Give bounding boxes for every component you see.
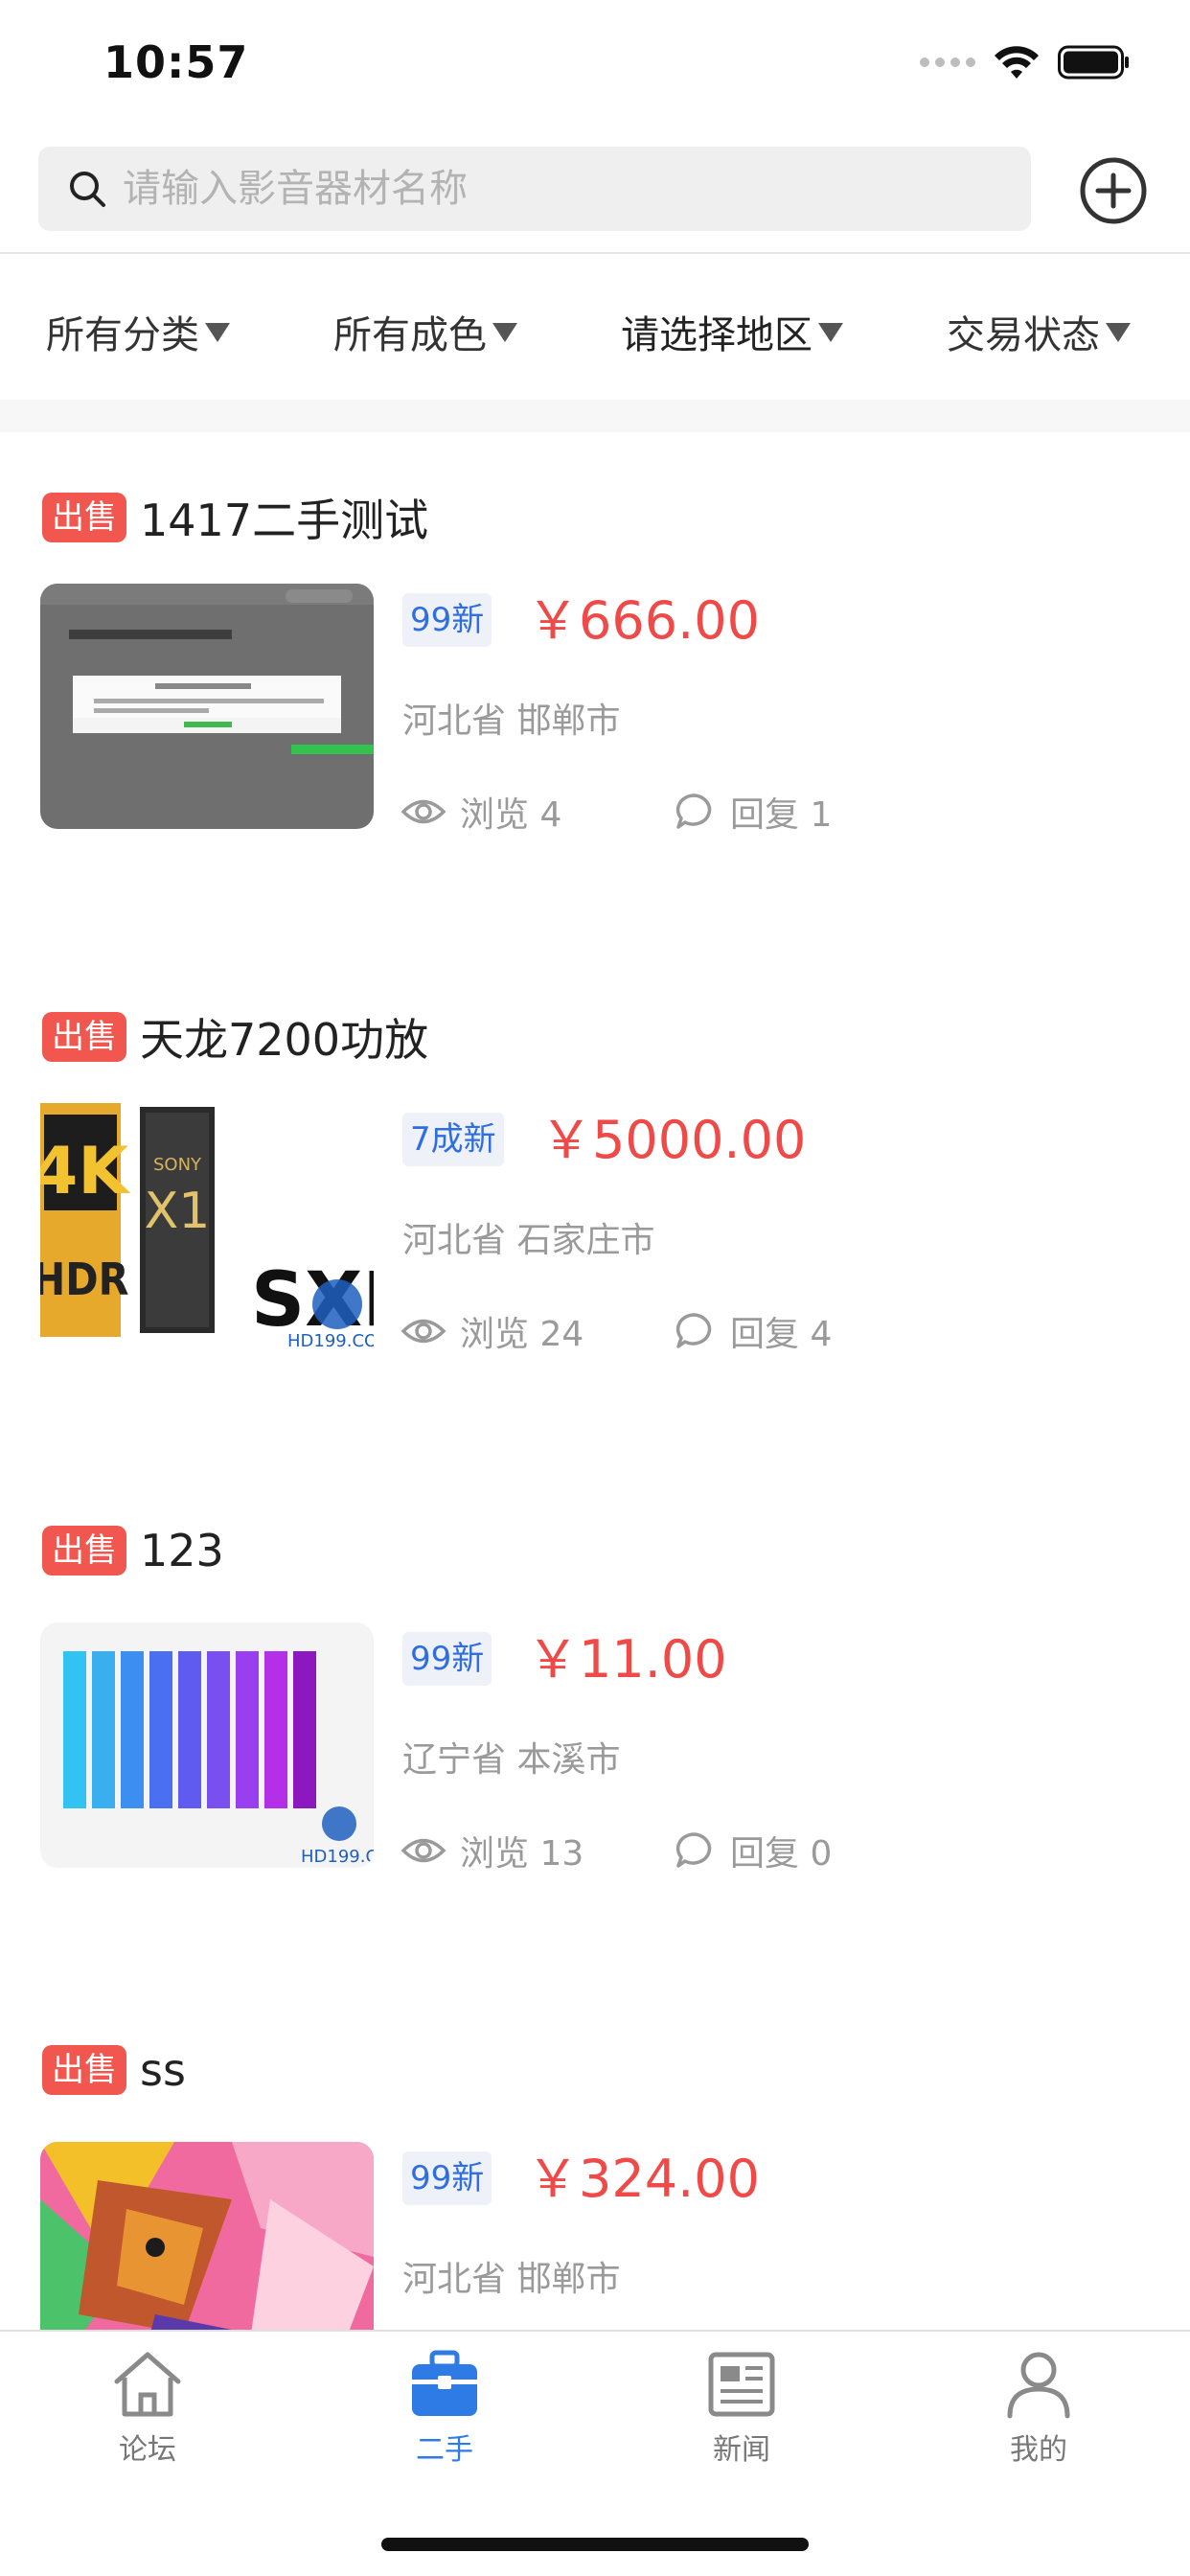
listing-thumbnail[interactable] xyxy=(40,584,374,829)
app-screen: 10:57 请输入影音器材名称 所有分类 所有成色 请选择地区 交易状态 出售 … xyxy=(0,0,1190,2576)
svg-text:HDR: HDR xyxy=(40,1254,129,1305)
filter-region[interactable]: 请选择地区 xyxy=(621,304,843,359)
listing-item[interactable]: 出售 天龙7200功放 4K HDR SONY X1 SXRD HD199.CO… xyxy=(0,952,1190,1471)
listing-location: 河北省 邯郸市 xyxy=(402,2260,621,2299)
svg-text:SONY: SONY xyxy=(153,1155,202,1175)
comment-icon xyxy=(671,1308,717,1354)
caret-down-icon xyxy=(205,323,230,342)
tab-news-label: 新闻 xyxy=(713,2433,770,2467)
svg-text:HD199.COM: HD199.COM xyxy=(301,1847,374,1867)
status-indicators xyxy=(920,44,1131,80)
listing-thumbnail[interactable] xyxy=(40,2142,374,2330)
tab-news[interactable]: 新闻 xyxy=(665,2345,818,2468)
listing-item[interactable]: 出售 123 HD199.COM xyxy=(0,1471,1190,1990)
cellular-signal-icon xyxy=(920,58,975,67)
listing-location: 河北省 石家庄市 xyxy=(402,1221,655,1260)
replies-label: 回复 0 xyxy=(730,1834,833,1874)
eye-icon xyxy=(400,1308,446,1354)
filter-status[interactable]: 交易状态 xyxy=(947,304,1131,359)
listing-list[interactable]: 出售 1417二手测试 99新 ￥666.00 河北省 邯郸市 浏览 4 回复 … xyxy=(0,432,1190,2330)
views-count: 浏览 13 xyxy=(400,1826,584,1875)
listing-item[interactable]: 出售 ss 99新 ￥324.00 河北省 邯郸市 xyxy=(0,1990,1190,2330)
add-listing-button[interactable] xyxy=(1079,156,1148,225)
condition-badge: 99新 xyxy=(402,593,492,647)
search-input[interactable] xyxy=(123,167,985,211)
wifi-icon xyxy=(995,46,1039,79)
listing-title: 123 xyxy=(140,1525,224,1576)
newspaper-icon xyxy=(703,2345,780,2422)
replies-label: 回复 4 xyxy=(730,1315,833,1354)
eye-icon xyxy=(400,1828,446,1874)
condition-badge: 99新 xyxy=(402,1632,492,1686)
condition-badge: 7成新 xyxy=(402,1113,504,1166)
svg-text:X1: X1 xyxy=(145,1183,211,1240)
listing-item[interactable]: 出售 1417二手测试 99新 ￥666.00 河北省 邯郸市 浏览 4 回复 … xyxy=(0,432,1190,952)
battery-icon xyxy=(1058,45,1129,80)
svg-text:HD199.COM: HD199.COM xyxy=(287,1331,374,1348)
tab-secondhand[interactable]: 二手 xyxy=(368,2345,521,2468)
briefcase-icon xyxy=(406,2345,483,2422)
home-indicator[interactable] xyxy=(381,2538,809,2551)
comment-icon xyxy=(671,789,717,835)
tab-secondhand-label: 二手 xyxy=(416,2433,473,2467)
replies-count: 回复 0 xyxy=(671,1826,832,1875)
comment-icon xyxy=(671,1828,717,1874)
home-icon xyxy=(109,2345,186,2422)
listing-thumbnail[interactable]: HD199.COM xyxy=(40,1622,374,1868)
search-header xyxy=(0,129,1190,254)
listing-title: 天龙7200功放 xyxy=(140,1014,429,1066)
filter-condition-label: 所有成色 xyxy=(333,313,487,357)
caret-down-icon xyxy=(492,323,517,342)
search-bar[interactable] xyxy=(38,147,1031,231)
status-bar: 10:57 xyxy=(0,0,1190,129)
search-icon xyxy=(65,167,109,211)
svg-text:4K: 4K xyxy=(40,1134,130,1209)
listing-title: 1417二手测试 xyxy=(140,494,429,546)
views-label: 浏览 24 xyxy=(460,1315,584,1354)
listing-thumbnail[interactable]: 4K HDR SONY X1 SXRD HD199.COM xyxy=(40,1103,374,1348)
listing-title-row: 出售 天龙7200功放 xyxy=(42,1005,428,1069)
listing-price: ￥5000.00 xyxy=(540,1110,807,1170)
views-count: 浏览 24 xyxy=(400,1306,584,1356)
replies-count: 回复 4 xyxy=(671,1306,832,1356)
filter-bar: 所有分类 所有成色 请选择地区 交易状态 xyxy=(0,256,1190,400)
replies-label: 回复 1 xyxy=(730,795,833,835)
listing-price: ￥324.00 xyxy=(527,2149,760,2209)
sale-badge: 出售 xyxy=(42,493,126,542)
filter-region-label: 请选择地区 xyxy=(621,313,812,357)
sale-badge: 出售 xyxy=(42,1012,126,1062)
filter-category-label: 所有分类 xyxy=(46,313,199,357)
tab-mine-label: 我的 xyxy=(1010,2433,1067,2467)
sale-badge: 出售 xyxy=(42,1526,126,1576)
listing-price: ￥11.00 xyxy=(527,1629,727,1690)
views-label: 浏览 13 xyxy=(460,1834,584,1874)
listing-title: ss xyxy=(140,2044,186,2096)
caret-down-icon xyxy=(1106,323,1131,342)
listing-price: ￥666.00 xyxy=(527,590,760,651)
section-divider xyxy=(0,400,1190,432)
listing-location: 河北省 邯郸市 xyxy=(402,702,621,741)
filter-condition[interactable]: 所有成色 xyxy=(333,304,517,359)
sale-badge: 出售 xyxy=(42,2045,126,2095)
tab-mine[interactable]: 我的 xyxy=(962,2345,1115,2468)
listing-location: 辽宁省 本溪市 xyxy=(402,1740,621,1780)
replies-count: 回复 1 xyxy=(671,787,832,837)
tab-forum-label: 论坛 xyxy=(119,2433,176,2467)
listing-title-row: 出售 1417二手测试 xyxy=(42,486,428,549)
eye-icon xyxy=(400,789,446,835)
condition-badge: 99新 xyxy=(402,2151,492,2205)
listing-title-row: 出售 ss xyxy=(42,2044,186,2096)
tab-forum[interactable]: 论坛 xyxy=(71,2345,224,2468)
views-label: 浏览 4 xyxy=(460,795,562,835)
status-time: 10:57 xyxy=(103,36,249,88)
filter-category[interactable]: 所有分类 xyxy=(46,304,230,359)
listing-title-row: 出售 123 xyxy=(42,1525,224,1576)
plus-circle-icon xyxy=(1080,157,1147,224)
views-count: 浏览 4 xyxy=(400,787,561,837)
person-icon xyxy=(1000,2345,1077,2422)
caret-down-icon xyxy=(818,323,843,342)
filter-status-label: 交易状态 xyxy=(947,313,1100,357)
